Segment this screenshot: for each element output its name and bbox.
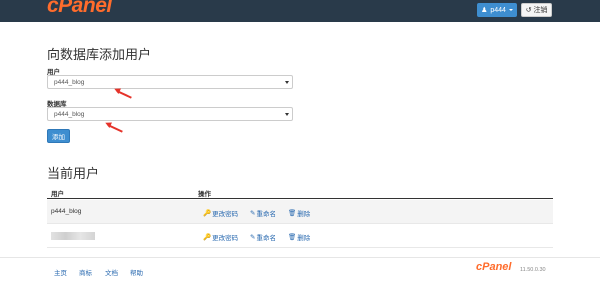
user-name-cell: p444_blog bbox=[51, 208, 82, 215]
table-row: 🔑 更改密码 ✎ 重命名 🗑 删除 bbox=[47, 224, 553, 248]
version-text: 11.50.0.30 bbox=[520, 267, 546, 273]
add-user-title: 向数据库添加用户 bbox=[47, 47, 152, 62]
user-select-value: p444_blog bbox=[54, 78, 85, 86]
database-select-value: p444_blog bbox=[54, 110, 85, 118]
user-select[interactable]: p444_blog bbox=[47, 75, 293, 89]
footer-cpanel-logo: cPanel bbox=[476, 261, 512, 273]
footer-link-help[interactable]: 帮助 bbox=[130, 267, 143, 277]
database-select[interactable]: p444_blog bbox=[47, 107, 293, 121]
dropdown-caret-icon bbox=[285, 81, 289, 84]
logout-icon: ↺ bbox=[525, 7, 532, 14]
chevron-down-icon bbox=[508, 9, 513, 11]
footer-link-home[interactable]: 主页 bbox=[54, 267, 67, 277]
cpanel-logo[interactable]: cPanel bbox=[47, 0, 112, 18]
change-password-label: 更改密码 bbox=[212, 211, 239, 218]
delete-link[interactable]: 🗑 删除 bbox=[288, 208, 310, 218]
key-icon: 🔑 bbox=[203, 234, 212, 241]
rename-label: 重命名 bbox=[256, 235, 276, 242]
trash-icon: 🗑 bbox=[288, 210, 297, 217]
change-password-link[interactable]: 🔑 更改密码 bbox=[203, 208, 238, 218]
key-icon: 🔑 bbox=[203, 210, 212, 217]
current-users-title: 当前用户 bbox=[47, 166, 100, 181]
pencil-icon: ✎ bbox=[250, 210, 256, 217]
logout-label: 注销 bbox=[533, 7, 548, 14]
column-header-user: 用户 bbox=[51, 191, 64, 198]
change-password-label: 更改密码 bbox=[212, 235, 239, 242]
user-icon: ♟ bbox=[481, 7, 488, 14]
logout-button[interactable]: ↺ 注销 bbox=[521, 3, 552, 17]
footer-link-docs[interactable]: 文档 bbox=[105, 267, 118, 277]
top-navbar: cPanel ♟ p444 ↺ 注销 bbox=[0, 0, 600, 22]
table-row: p444_blog 🔑 更改密码 ✎ 重命名 🗑 删除 bbox=[47, 200, 553, 224]
rename-link[interactable]: ✎ 重命名 bbox=[250, 208, 276, 218]
dropdown-caret-icon bbox=[285, 113, 289, 116]
users-table-header: 用户 操作 bbox=[47, 185, 553, 199]
pencil-icon: ✎ bbox=[250, 234, 256, 241]
add-button[interactable]: 添加 bbox=[47, 129, 70, 143]
user-menu-button[interactable]: ♟ p444 bbox=[477, 3, 517, 17]
rename-link[interactable]: ✎ 重命名 bbox=[250, 232, 276, 242]
user-menu-label: p444 bbox=[490, 6, 506, 14]
delete-label: 删除 bbox=[297, 211, 311, 218]
redacted-user-name bbox=[51, 232, 95, 240]
trash-icon: 🗑 bbox=[288, 234, 297, 241]
rename-label: 重命名 bbox=[256, 211, 276, 218]
footer-divider bbox=[0, 257, 600, 258]
delete-label: 删除 bbox=[297, 235, 311, 242]
footer-link-trademarks[interactable]: 商标 bbox=[79, 267, 92, 277]
delete-link[interactable]: 🗑 删除 bbox=[288, 232, 310, 242]
change-password-link[interactable]: 🔑 更改密码 bbox=[203, 232, 238, 242]
column-header-actions: 操作 bbox=[198, 191, 211, 198]
